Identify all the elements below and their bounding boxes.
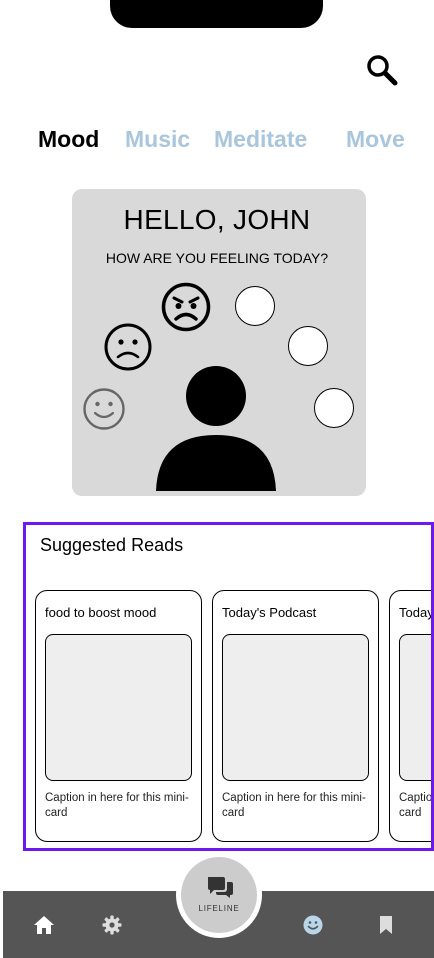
category-tabs: Mood Music Meditate Move (0, 126, 434, 158)
lifeline-label: LIFELINE (198, 904, 240, 913)
card-image-placeholder (222, 634, 369, 781)
read-card[interactable]: Today's Podcast Caption in here for this… (212, 590, 379, 842)
nav-bookmarks[interactable] (372, 911, 400, 939)
home-icon (34, 916, 54, 934)
card-image-placeholder (399, 634, 431, 781)
mood-option-empty[interactable] (235, 286, 275, 326)
card-caption: Caption in here for this mini-card (45, 792, 189, 819)
card-title: Today's Podcast (399, 605, 434, 620)
greeting-title: HELLO, JOHN (123, 204, 311, 235)
chat-bubbles-icon (208, 877, 233, 898)
happy-face-icon[interactable] (82, 387, 126, 431)
search-button[interactable] (364, 52, 400, 88)
tab-move[interactable]: Move (346, 126, 405, 153)
search-icon (367, 55, 398, 86)
device-notch (110, 0, 323, 28)
angry-face-icon[interactable] (160, 281, 212, 333)
tab-meditate[interactable]: Meditate (214, 126, 307, 153)
smiley-icon (303, 915, 323, 935)
mood-option-empty[interactable] (314, 388, 354, 428)
read-card[interactable]: food to boost mood Caption in here for t… (35, 590, 202, 842)
nav-mood[interactable] (299, 911, 327, 939)
nav-home[interactable] (30, 911, 58, 939)
card-image-placeholder (45, 634, 192, 781)
tab-mood[interactable]: Mood (38, 126, 99, 153)
suggested-reads-section: Suggested Reads food to boost mood Capti… (23, 522, 434, 851)
bookmark-icon (380, 916, 392, 934)
mood-question: HOW ARE YOU FEELING TODAY? (105, 250, 329, 266)
card-title: Today's Podcast (222, 605, 317, 620)
nav-settings[interactable] (98, 911, 126, 939)
mood-option-empty[interactable] (288, 326, 328, 366)
card-title: food to boost mood (45, 605, 157, 620)
tab-music[interactable]: Music (125, 126, 190, 153)
sad-face-icon[interactable] (103, 322, 153, 372)
card-caption: Caption in here for this mini-card (222, 792, 366, 819)
read-card[interactable]: Today's Podcast Caption in here for this… (389, 590, 434, 842)
gear-icon (102, 915, 122, 935)
card-caption: Caption in here for this mini-card (399, 792, 433, 819)
user-avatar-icon (156, 366, 276, 491)
section-title: Suggested Reads (40, 535, 184, 555)
lifeline-button[interactable]: LIFELINE (181, 857, 257, 933)
